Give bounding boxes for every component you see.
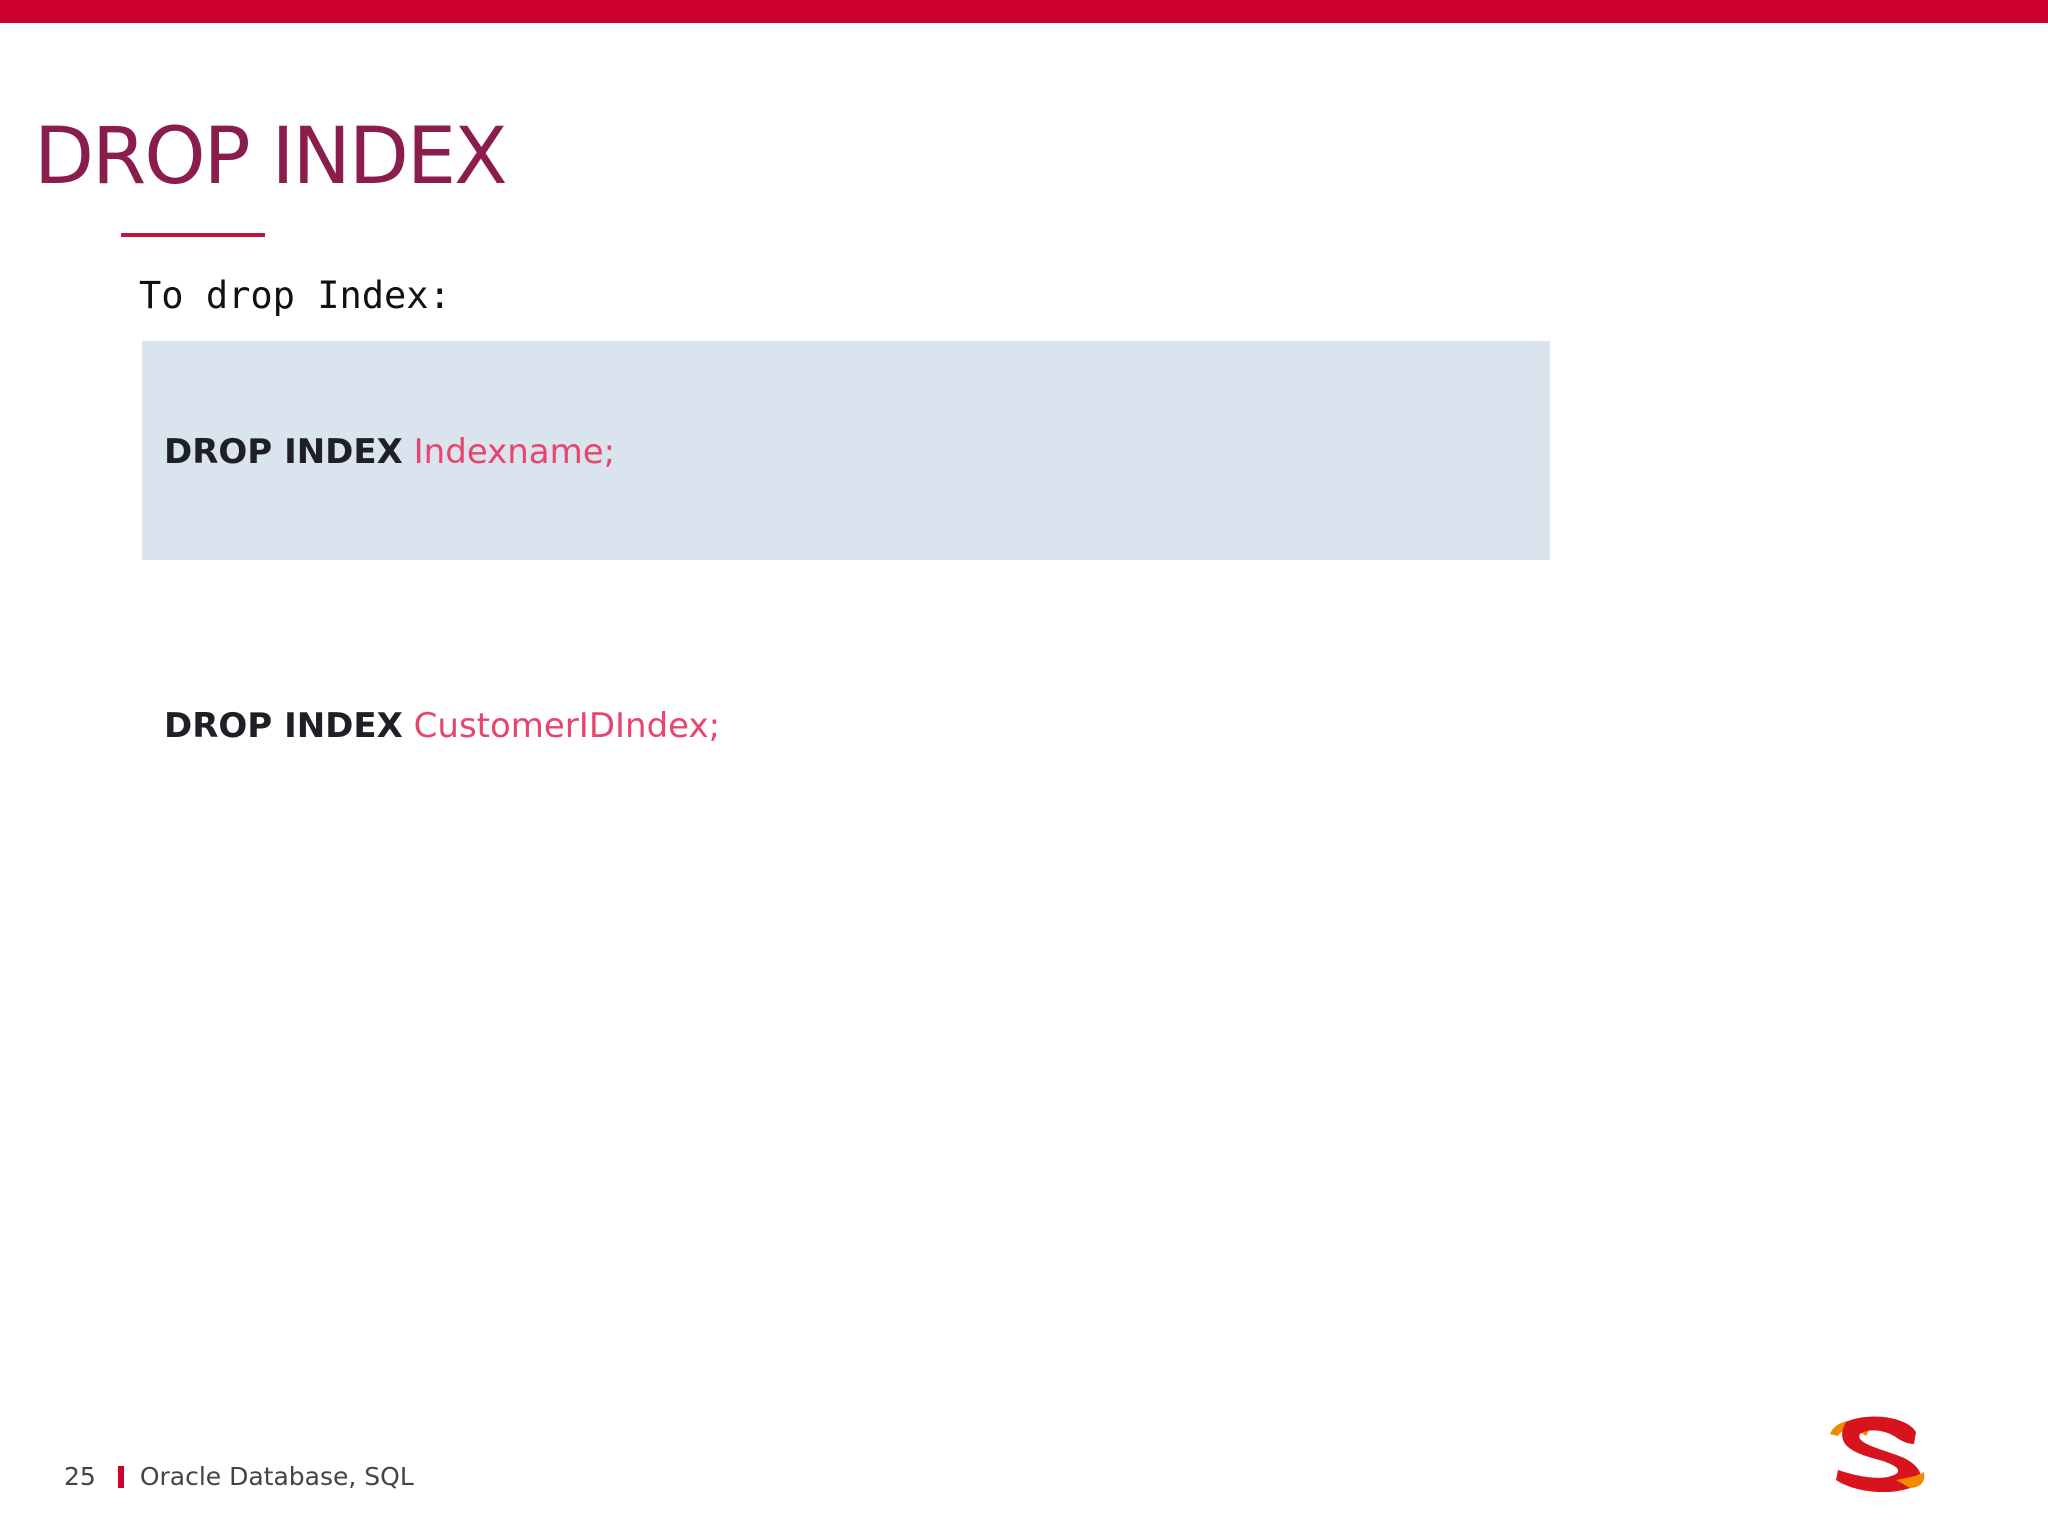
brand-logo-icon — [1830, 1416, 1925, 1492]
example-keyword: DROP INDEX — [164, 706, 403, 746]
slide-title: DROP INDEX — [34, 112, 508, 202]
intro-text: To drop Index: — [139, 274, 451, 317]
syntax-argument: Indexname; — [413, 432, 616, 472]
example-code-line: DROP INDEX CustomerIDIndex; — [164, 709, 720, 743]
footer-separator — [117, 1465, 124, 1488]
page-number: 25 — [64, 1462, 96, 1491]
course-name: Oracle Database, SQL — [139, 1462, 414, 1491]
title-underline — [121, 233, 265, 237]
example-argument: CustomerIDIndex; — [413, 706, 721, 746]
syntax-code-line: DROP INDEX Indexname; — [164, 435, 615, 469]
syntax-keyword: DROP INDEX — [164, 432, 403, 472]
top-accent-bar — [0, 0, 2048, 23]
slide-footer: 25 Oracle Database, SQL — [64, 1462, 414, 1491]
